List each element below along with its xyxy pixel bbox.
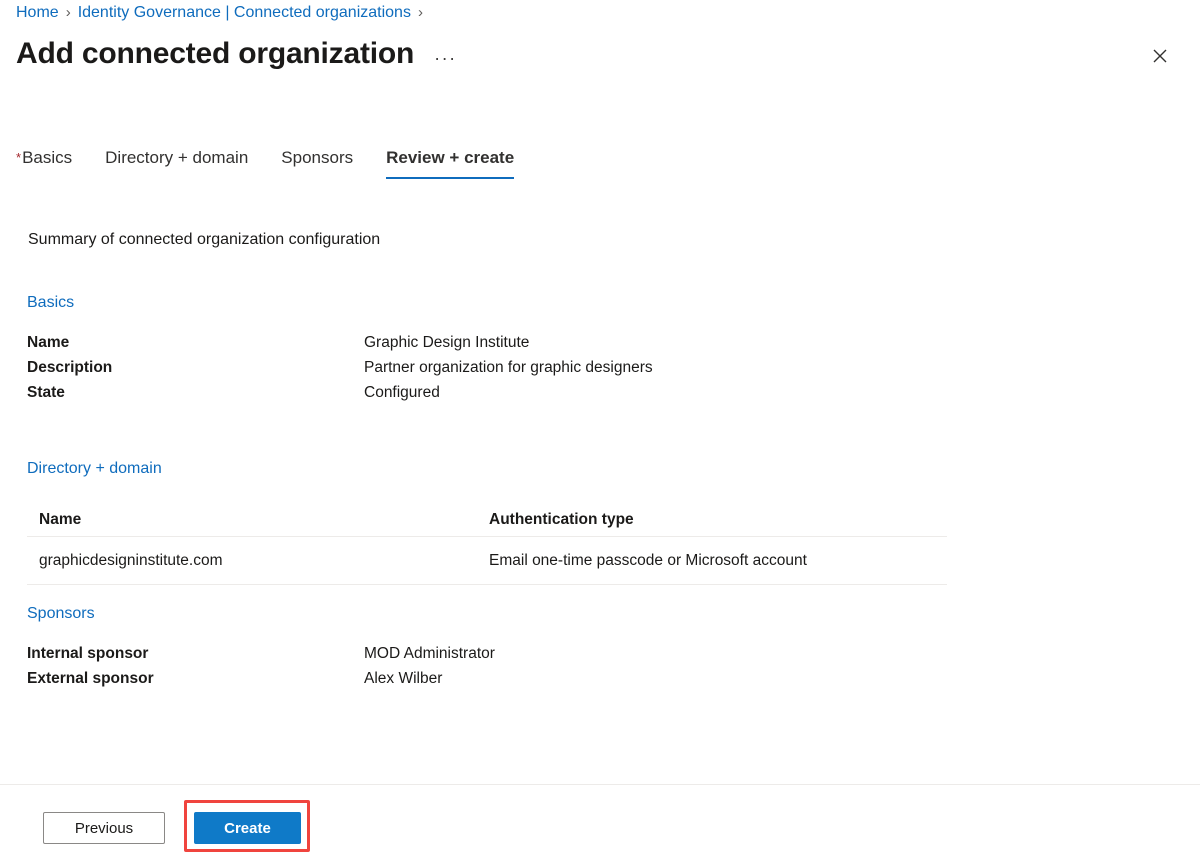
summary-row: Name Graphic Design Institute	[27, 330, 653, 355]
table-header-row: Name Authentication type	[27, 503, 947, 537]
summary-value: Alex Wilber	[364, 669, 443, 687]
breadcrumb-separator-icon: ›	[65, 4, 71, 21]
summary-value: MOD Administrator	[364, 644, 495, 662]
summary-row: State Configured	[27, 380, 653, 405]
summary-value: Configured	[364, 383, 440, 401]
create-button[interactable]: Create	[194, 812, 301, 844]
tab-basics-label: Basics	[22, 148, 73, 167]
tab-sponsors-label: Sponsors	[281, 148, 354, 167]
breadcrumb-separator-icon: ›	[417, 4, 423, 21]
summary-value: Partner organization for graphic designe…	[364, 358, 653, 376]
add-connected-organization-blade: Home › Identity Governance | Connected o…	[0, 0, 1200, 855]
tab-review-create[interactable]: Review + create	[386, 146, 515, 179]
breadcrumb: Home › Identity Governance | Connected o…	[16, 2, 430, 24]
page-title: Add connected organization	[16, 37, 415, 70]
close-icon[interactable]	[1144, 40, 1176, 72]
tab-review-create-label: Review + create	[386, 148, 515, 167]
table-row: graphicdesigninstitute.com Email one-tim…	[27, 537, 947, 585]
summary-key: Description	[27, 358, 113, 376]
summary-key: External sponsor	[27, 669, 154, 687]
section-heading-basics[interactable]: Basics	[27, 292, 74, 314]
cell-domain-name: graphicdesigninstitute.com	[39, 551, 223, 569]
previous-button[interactable]: Previous	[43, 812, 165, 844]
basics-summary-list: Name Graphic Design Institute Descriptio…	[27, 330, 653, 405]
wizard-footer: Previous Create	[0, 785, 1200, 855]
summary-key: Name	[27, 333, 70, 351]
section-heading-directory-domain[interactable]: Directory + domain	[27, 458, 162, 480]
summary-row: External sponsor Alex Wilber	[27, 666, 495, 691]
summary-row: Internal sponsor MOD Administrator	[27, 641, 495, 666]
summary-key: State	[27, 383, 65, 401]
summary-text: Summary of connected organization config…	[28, 231, 381, 248]
breadcrumb-item-home[interactable]: Home	[16, 2, 59, 24]
tab-directory-domain[interactable]: Directory + domain	[105, 146, 248, 179]
wizard-tabs: *Basics Directory + domain Sponsors Revi…	[16, 146, 515, 186]
summary-key: Internal sponsor	[27, 644, 149, 662]
section-heading-sponsors[interactable]: Sponsors	[27, 603, 95, 625]
breadcrumb-item-identity-governance[interactable]: Identity Governance | Connected organiza…	[78, 2, 411, 24]
column-header-name: Name	[39, 510, 82, 528]
summary-value: Graphic Design Institute	[364, 333, 530, 351]
title-row: Add connected organization ···	[16, 33, 457, 75]
required-asterisk-icon: *	[16, 150, 22, 165]
summary-row: Description Partner organization for gra…	[27, 355, 653, 380]
directory-domain-table: Name Authentication type graphicdesignin…	[27, 503, 947, 585]
tab-directory-domain-label: Directory + domain	[105, 148, 249, 167]
tab-sponsors[interactable]: Sponsors	[281, 146, 353, 179]
cell-authentication-type: Email one-time passcode or Microsoft acc…	[489, 551, 807, 569]
more-options-icon[interactable]: ···	[434, 49, 456, 67]
tab-basics[interactable]: *Basics	[16, 146, 72, 179]
sponsors-summary-list: Internal sponsor MOD Administrator Exter…	[27, 641, 495, 691]
column-header-authentication-type: Authentication type	[489, 510, 634, 528]
